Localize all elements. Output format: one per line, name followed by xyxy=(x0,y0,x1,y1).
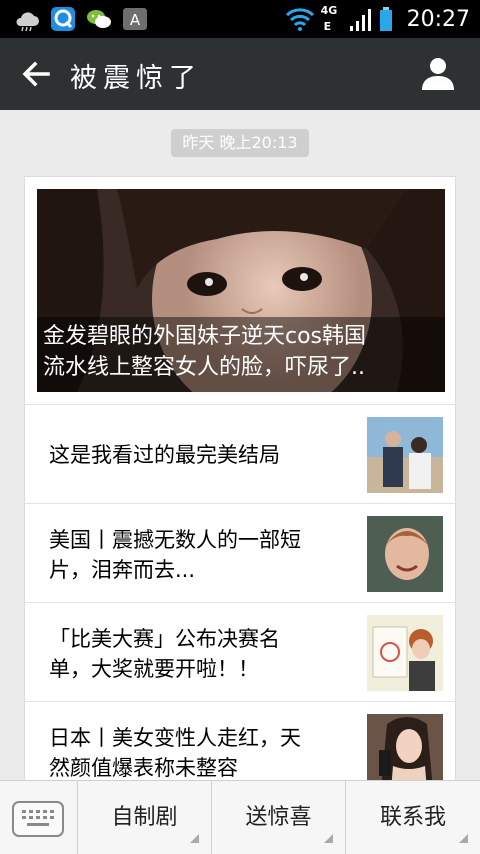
article-thumbnail xyxy=(367,516,443,592)
cover-article[interactable]: 金发碧眼的外国妹子逆天cos韩国 流水线上整容女人的脸，吓尿了.. xyxy=(37,189,445,392)
article-item-title-line-2: 单，大奖就要开啦！！ xyxy=(49,657,259,681)
article-item-title-line-1: 日本丨美女变性人走红，天 xyxy=(49,726,301,750)
cover-title-line-1: 金发碧眼的外国妹子逆天cos韩国 xyxy=(43,324,367,349)
article-item-title: 日本丨美女变性人走红，天 然颜值爆表称未整容 xyxy=(49,723,349,783)
qq-icon xyxy=(51,7,75,31)
article-item-title-line-2: 然颜值爆表称未整容 xyxy=(49,756,238,780)
keyboard-a-icon: A xyxy=(123,8,147,30)
menu-item-lianxiwo[interactable]: 联系我 xyxy=(346,781,480,854)
battery-icon xyxy=(379,7,392,31)
article-item-title: 这是我看过的最完美结局 xyxy=(49,440,349,470)
submenu-corner-icon xyxy=(459,834,468,843)
menu-item-label: 送惊喜 xyxy=(245,805,312,830)
menu-item-songjingxi[interactable]: 送惊喜 xyxy=(212,781,346,854)
article-item-title-line-2: 片，泪奔而去... xyxy=(49,558,196,582)
message-timestamp: 昨天 晚上20:13 xyxy=(171,129,309,157)
keyboard-toggle-button[interactable] xyxy=(0,781,78,854)
article-item-title: 「比美大赛」公布决赛名 单，大奖就要开啦！！ xyxy=(49,624,349,684)
keyboard-icon xyxy=(12,801,64,837)
article-item-2[interactable]: 美国丨震撼无数人的一部短 片，泪奔而去... xyxy=(25,503,455,603)
screen: A 4G E 20:27 被震惊了 昨天 晚上20:13 金发碧眼的外国妹子逆天… xyxy=(0,0,480,854)
cloud-icon xyxy=(16,12,39,32)
article-card: 金发碧眼的外国妹子逆天cos韩国 流水线上整容女人的脸，吓尿了.. 这是我看过的… xyxy=(24,176,456,796)
title-bar: 被震惊了 xyxy=(0,38,480,110)
signal-icon xyxy=(349,9,371,31)
article-item-3[interactable]: 「比美大赛」公布决赛名 单，大奖就要开啦！！ xyxy=(25,602,455,702)
article-thumbnail xyxy=(367,615,443,691)
network-type: 4G E xyxy=(321,4,343,34)
person-icon[interactable] xyxy=(418,54,458,94)
clock: 20:27 xyxy=(406,6,470,32)
wechat-icon xyxy=(87,10,111,28)
bottom-menu: 自制剧 送惊喜 联系我 xyxy=(0,780,480,854)
keyboard-keys xyxy=(22,810,54,826)
article-item-title-line-1: 「比美大赛」公布决赛名 xyxy=(49,627,280,651)
menu-item-label: 自制剧 xyxy=(111,805,178,830)
submenu-corner-icon xyxy=(190,834,199,843)
back-arrow-icon[interactable] xyxy=(18,56,54,92)
menu-item-zizhiju[interactable]: 自制剧 xyxy=(78,781,212,854)
article-thumbnail xyxy=(367,714,443,790)
article-item-title-line-1: 美国丨震撼无数人的一部短 xyxy=(49,528,301,552)
article-item-title: 美国丨震撼无数人的一部短 片，泪奔而去... xyxy=(49,525,349,585)
svg-text:A: A xyxy=(130,11,141,29)
submenu-corner-icon xyxy=(324,834,333,843)
network-4g-label: 4G xyxy=(320,4,338,17)
article-thumbnail xyxy=(367,417,443,493)
cover-title-line-2: 流水线上整容女人的脸，吓尿了.. xyxy=(43,355,365,380)
article-item-1[interactable]: 这是我看过的最完美结局 xyxy=(25,404,455,504)
status-bar: A 4G E 20:27 xyxy=(0,0,480,38)
menu-item-label: 联系我 xyxy=(379,805,446,830)
wifi-icon xyxy=(285,8,314,31)
cover-title: 金发碧眼的外国妹子逆天cos韩国 流水线上整容女人的脸，吓尿了.. xyxy=(37,317,445,392)
article-item-title-line-1: 这是我看过的最完美结局 xyxy=(49,443,280,467)
page-title: 被震惊了 xyxy=(70,63,202,94)
network-e-label: E xyxy=(323,20,332,33)
